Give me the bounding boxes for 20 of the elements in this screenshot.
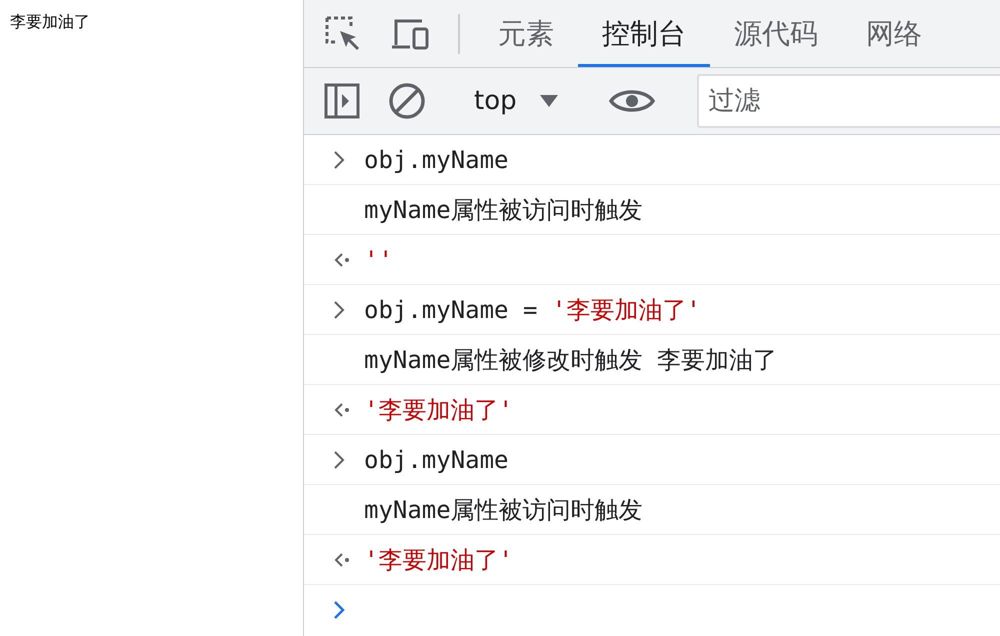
context-dropdown[interactable]: top: [468, 86, 581, 116]
panel-tab[interactable]: 网络: [842, 0, 946, 67]
console-message-text: myName属性被修改时触发 李要加油了: [364, 344, 778, 376]
console-command-text: obj.myName: [364, 146, 508, 174]
panel-tab[interactable]: 源代码: [710, 0, 842, 67]
console-result-text: '': [364, 246, 393, 274]
panel-tab[interactable]: 元素: [474, 0, 578, 67]
console-message-text: myName属性被访问时触发: [364, 194, 643, 226]
console-result-text: '李要加油了': [364, 544, 513, 576]
chevron-right-icon: [332, 448, 346, 470]
caret-icon: [538, 94, 559, 108]
console-command-text: obj.myName: [364, 446, 508, 474]
chevron-right-icon: [332, 298, 346, 320]
chevron-right-icon: [332, 148, 346, 170]
filter-field[interactable]: 过滤: [696, 74, 1000, 128]
console-message-text: myName属性被访问时触发: [364, 494, 643, 526]
prompt-chevron-icon: [332, 599, 346, 621]
console-command-text: obj.myName = '李要加油了': [364, 294, 701, 326]
page-text: 李要加油了: [10, 12, 90, 31]
console-result-text: '李要加油了': [364, 394, 513, 426]
